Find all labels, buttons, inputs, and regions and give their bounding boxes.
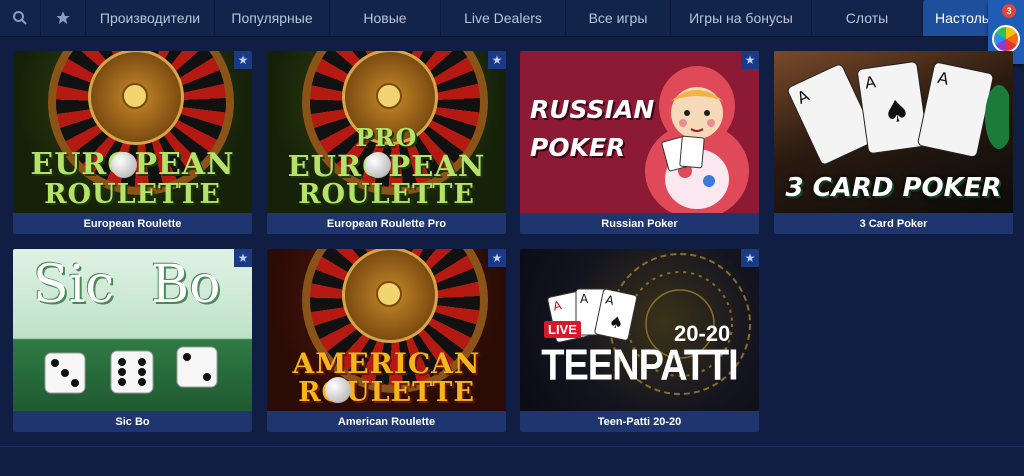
playing-cards-icon: A A♠ A: [787, 61, 1009, 165]
game-thumbnail: RUSSIAN POKER: [520, 51, 759, 213]
wheel-hub: [375, 83, 402, 109]
favorite-star-icon[interactable]: ★: [234, 249, 252, 267]
game-thumbnail: AMERICAN ROULETTE: [267, 249, 506, 411]
art-line-1: PRO: [355, 123, 418, 152]
game-title: Teen-Patti 20-20: [597, 415, 682, 428]
roulette-ball-icon: [365, 152, 391, 178]
fortune-wheel-icon: [992, 25, 1020, 53]
top-nav: Производители Популярные Новые Live Deal…: [0, 0, 1024, 37]
art-line-1: Sic: [33, 255, 115, 315]
game-card-teen-patti[interactable]: A A A ♠ LIVE 20-20 TEENPATTI ★ Teen-Patti…: [520, 249, 759, 432]
game-title: European Roulette: [83, 217, 182, 230]
divider: [0, 446, 1024, 447]
favorites-star-icon[interactable]: [41, 0, 86, 36]
art-line-3: TEENPATTI: [541, 341, 738, 391]
live-badge: LIVE: [544, 321, 581, 338]
search-icon[interactable]: [0, 0, 41, 36]
favorite-star-icon[interactable]: ★: [488, 249, 506, 267]
tab-all-games[interactable]: Все игры: [566, 0, 671, 36]
game-thumbnail: A A ♠ A 3 CARD POKER: [774, 51, 1013, 213]
notification-count-badge: 3: [1002, 4, 1016, 18]
favorite-star-icon[interactable]: ★: [488, 51, 506, 69]
art-line-1: AMERICAN: [292, 347, 481, 380]
game-thumbnail: PRO EUROPEAN ROULETTE: [267, 51, 506, 213]
tab-new[interactable]: Новые: [330, 0, 441, 36]
game-card-american-roulette[interactable]: AMERICAN ROULETTE ★ American Roulette: [267, 249, 506, 432]
art-line-2: POKER: [530, 133, 626, 162]
svg-text:♠: ♠: [881, 93, 913, 131]
game-card-russian-poker[interactable]: RUSSIAN POKER ★ Russian Poker: [520, 51, 759, 234]
game-title: 3 Card Poker: [859, 217, 928, 230]
svg-text:A: A: [580, 292, 589, 306]
game-title: American Roulette: [337, 415, 436, 428]
favorite-star-icon[interactable]: ★: [741, 249, 759, 267]
art-line-3: ROULETTE: [298, 179, 475, 210]
tab-live-dealers[interactable]: Live Dealers: [441, 0, 566, 36]
art-line-2: ROULETTE: [44, 179, 221, 210]
art-line-1: 3 CARD POKER: [785, 173, 1002, 203]
wheel-hub: [121, 83, 148, 109]
art-line-2: Bo: [151, 255, 221, 315]
roulette-ball-icon: [325, 377, 351, 403]
tab-slots[interactable]: Слоты: [812, 0, 923, 36]
game-card-european-roulette-pro[interactable]: PRO EUROPEAN ROULETTE ★ European Roulett…: [267, 51, 506, 234]
tab-bonus-games[interactable]: Игры на бонусы: [671, 0, 812, 36]
wheel-hub: [375, 281, 402, 307]
dice-icon: [44, 346, 218, 394]
favorite-star-icon[interactable]: ★: [741, 51, 759, 69]
game-title: Sic Bo: [115, 415, 150, 428]
art-line-2: ROULETTE: [298, 377, 475, 408]
game-card-european-roulette[interactable]: EUROPEAN ROULETTE ★ European Roulette: [13, 51, 252, 234]
tab-providers[interactable]: Производители: [86, 0, 215, 36]
matryoshka-doll-icon: [645, 66, 749, 213]
game-thumbnail: EUROPEAN ROULETTE: [13, 51, 252, 213]
game-title: Russian Poker: [601, 217, 678, 230]
tab-popular[interactable]: Популярные: [215, 0, 330, 36]
game-thumbnail: A A A ♠ LIVE 20-20 TEENPATTI: [520, 249, 759, 411]
game-title: European Roulette Pro: [326, 217, 447, 230]
game-card-3-card-poker[interactable]: A A ♠ A 3 CARD POKER 3 Card Poker: [774, 51, 1013, 234]
game-card-sic-bo[interactable]: Sic Bo ★ Sic Bo: [13, 249, 252, 432]
roulette-ball-icon: [111, 152, 137, 178]
game-thumbnail: Sic Bo: [13, 249, 252, 411]
favorite-star-icon[interactable]: ★: [234, 51, 252, 69]
